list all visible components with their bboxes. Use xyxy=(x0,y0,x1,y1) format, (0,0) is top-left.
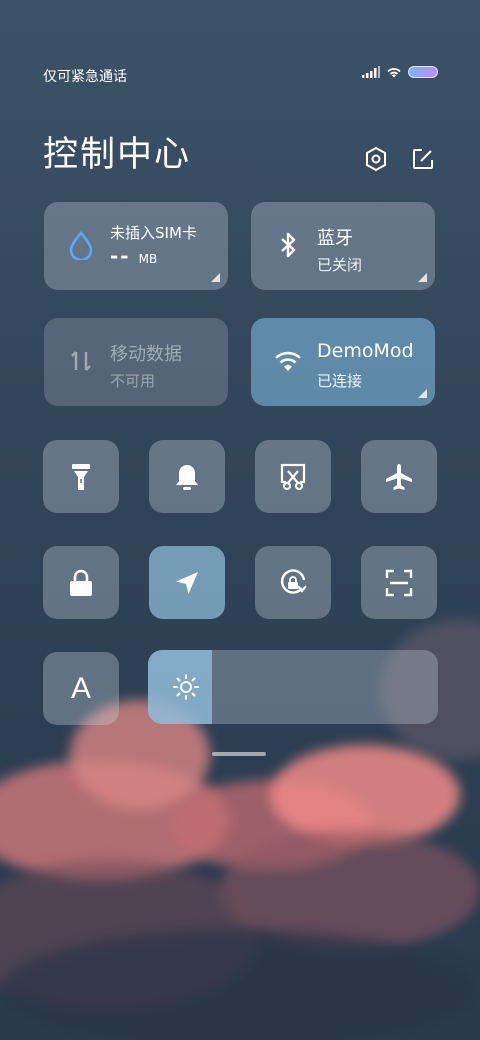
carrier-status: 仅可紧急通话 xyxy=(43,69,127,85)
bluetooth-tile[interactable]: 蓝牙 已关闭 xyxy=(251,202,435,290)
water-drop-icon xyxy=(69,231,93,260)
data-usage-unit: MB xyxy=(138,252,158,266)
battery-icon xyxy=(408,66,438,78)
data-usage-value: -- xyxy=(110,244,131,268)
mobile-data-status: 不可用 xyxy=(110,372,156,390)
settings-button[interactable] xyxy=(362,145,390,173)
control-center-screen: 仅可紧急通话 控制中心 未插入SIM卡 -- MB 蓝牙 已关闭 移动数据 不可… xyxy=(0,0,480,1040)
bluetooth-label: 蓝牙 xyxy=(317,228,353,249)
flashlight-toggle[interactable] xyxy=(43,440,119,513)
wifi-icon xyxy=(275,351,301,371)
bluetooth-icon xyxy=(281,232,296,258)
edit-button[interactable] xyxy=(409,145,437,173)
expand-corner-icon[interactable] xyxy=(211,273,220,282)
sim-status-label: 未插入SIM卡 xyxy=(110,224,197,242)
flashlight-icon xyxy=(72,463,90,490)
wifi-status: 已连接 xyxy=(317,372,363,390)
location-arrow-icon xyxy=(176,571,198,594)
data-usage-tile[interactable]: 未插入SIM卡 -- MB xyxy=(44,202,228,290)
wifi-status-icon xyxy=(387,68,401,78)
wifi-tile[interactable]: DemoMod 已连接 xyxy=(251,318,435,406)
rotation-lock-toggle[interactable] xyxy=(255,546,331,619)
screenshot-scissors-icon xyxy=(280,463,306,490)
signal-icon xyxy=(362,66,380,78)
gear-icon xyxy=(366,146,386,172)
wifi-network-name: DemoMod xyxy=(317,340,414,362)
font-size-label: A xyxy=(70,671,91,705)
mobile-data-label: 移动数据 xyxy=(110,344,182,365)
sun-icon xyxy=(173,674,199,700)
brightness-slider[interactable] xyxy=(148,650,438,724)
lock-icon xyxy=(70,569,92,596)
bell-icon xyxy=(176,464,198,490)
lock-screen-toggle[interactable] xyxy=(43,546,119,619)
rotation-lock-icon xyxy=(280,568,307,594)
drag-handle[interactable] xyxy=(212,752,266,756)
scan-toggle[interactable] xyxy=(361,546,437,619)
page-title: 控制中心 xyxy=(43,135,192,175)
airplane-icon xyxy=(386,463,412,490)
font-size-button[interactable]: A xyxy=(43,652,119,725)
expand-corner-icon[interactable] xyxy=(418,273,427,282)
airplane-mode-toggle[interactable] xyxy=(361,440,437,513)
scan-icon xyxy=(385,569,413,596)
expand-corner-icon[interactable] xyxy=(418,389,427,398)
mobile-data-tile[interactable]: 移动数据 不可用 xyxy=(44,318,228,406)
screenshot-toggle[interactable] xyxy=(255,440,331,513)
bluetooth-status: 已关闭 xyxy=(317,256,363,274)
cloud xyxy=(0,930,480,1040)
silent-toggle[interactable] xyxy=(149,440,225,513)
edit-icon xyxy=(413,149,433,169)
data-transfer-icon xyxy=(71,351,91,371)
location-toggle[interactable] xyxy=(149,546,225,619)
status-icons xyxy=(362,66,438,78)
